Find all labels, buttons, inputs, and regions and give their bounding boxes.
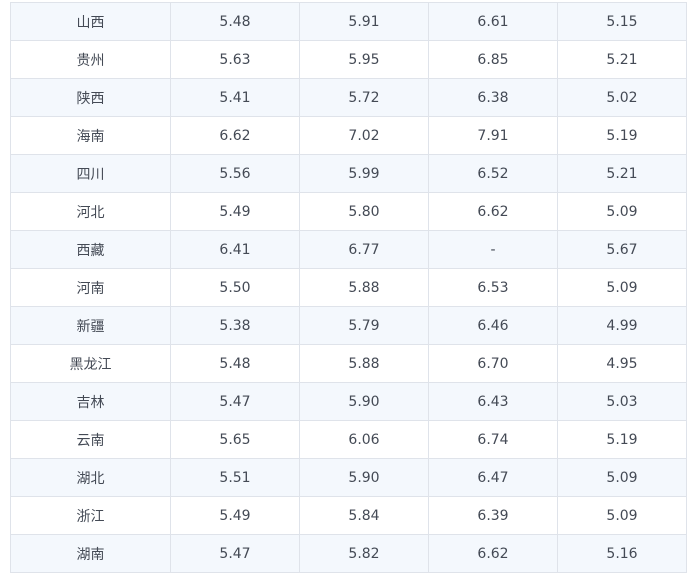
province-cell: 河北	[10, 192, 171, 231]
province-cell: 山西	[10, 2, 171, 41]
value-cell: 6.61	[428, 2, 558, 41]
data-table-container: 山西 5.48 5.91 6.61 5.15 贵州 5.63 5.95 6.85…	[10, 2, 687, 573]
table-row: 湖北 5.51 5.90 6.47 5.09	[10, 458, 687, 497]
province-cell: 浙江	[10, 496, 171, 535]
table-row: 黑龙江 5.48 5.88 6.70 4.95	[10, 344, 687, 383]
value-cell: 6.06	[299, 420, 429, 459]
value-cell: 6.43	[428, 382, 558, 421]
value-cell: 5.09	[557, 268, 687, 307]
province-cell: 黑龙江	[10, 344, 171, 383]
table-row: 湖南 5.47 5.82 6.62 5.16	[10, 534, 687, 573]
table-row: 河北 5.49 5.80 6.62 5.09	[10, 192, 687, 231]
value-cell: 4.95	[557, 344, 687, 383]
value-cell: 5.02	[557, 78, 687, 117]
value-cell: 7.02	[299, 116, 429, 155]
value-cell: 7.91	[428, 116, 558, 155]
province-cell: 湖南	[10, 534, 171, 573]
value-cell: 5.88	[299, 344, 429, 383]
value-cell: 5.50	[170, 268, 300, 307]
table-row: 吉林 5.47 5.90 6.43 5.03	[10, 382, 687, 421]
value-cell: 6.62	[428, 534, 558, 573]
value-cell: 5.72	[299, 78, 429, 117]
value-cell: 5.21	[557, 154, 687, 193]
value-cell: 6.41	[170, 230, 300, 269]
value-cell: 6.46	[428, 306, 558, 345]
value-cell: 5.16	[557, 534, 687, 573]
table-row: 浙江 5.49 5.84 6.39 5.09	[10, 496, 687, 535]
table-row: 云南 5.65 6.06 6.74 5.19	[10, 420, 687, 459]
value-cell: 5.56	[170, 154, 300, 193]
value-cell: 5.80	[299, 192, 429, 231]
table-row: 四川 5.56 5.99 6.52 5.21	[10, 154, 687, 193]
value-cell: 6.70	[428, 344, 558, 383]
value-cell: 5.91	[299, 2, 429, 41]
province-cell: 新疆	[10, 306, 171, 345]
value-cell: 5.09	[557, 496, 687, 535]
value-cell: 5.88	[299, 268, 429, 307]
province-cell: 吉林	[10, 382, 171, 421]
value-cell: 6.85	[428, 40, 558, 79]
value-cell: 5.90	[299, 458, 429, 497]
table-row: 河南 5.50 5.88 6.53 5.09	[10, 268, 687, 307]
table-body: 山西 5.48 5.91 6.61 5.15 贵州 5.63 5.95 6.85…	[10, 2, 687, 573]
value-cell: 6.62	[428, 192, 558, 231]
table-row: 西藏 6.41 6.77 - 5.67	[10, 230, 687, 269]
province-cell: 海南	[10, 116, 171, 155]
table-row: 贵州 5.63 5.95 6.85 5.21	[10, 40, 687, 79]
table-row: 海南 6.62 7.02 7.91 5.19	[10, 116, 687, 155]
value-cell: 6.53	[428, 268, 558, 307]
value-cell: 6.38	[428, 78, 558, 117]
province-cell: 贵州	[10, 40, 171, 79]
province-cell: 四川	[10, 154, 171, 193]
value-cell: -	[428, 230, 558, 269]
value-cell: 4.99	[557, 306, 687, 345]
value-cell: 5.21	[557, 40, 687, 79]
price-table: 山西 5.48 5.91 6.61 5.15 贵州 5.63 5.95 6.85…	[10, 2, 687, 573]
value-cell: 5.47	[170, 382, 300, 421]
table-row: 山西 5.48 5.91 6.61 5.15	[10, 2, 687, 41]
value-cell: 5.19	[557, 420, 687, 459]
value-cell: 5.99	[299, 154, 429, 193]
value-cell: 5.48	[170, 344, 300, 383]
value-cell: 5.49	[170, 496, 300, 535]
value-cell: 5.49	[170, 192, 300, 231]
value-cell: 6.62	[170, 116, 300, 155]
value-cell: 5.09	[557, 458, 687, 497]
value-cell: 5.38	[170, 306, 300, 345]
value-cell: 5.63	[170, 40, 300, 79]
table-row: 陕西 5.41 5.72 6.38 5.02	[10, 78, 687, 117]
value-cell: 5.90	[299, 382, 429, 421]
province-cell: 陕西	[10, 78, 171, 117]
value-cell: 5.41	[170, 78, 300, 117]
value-cell: 5.03	[557, 382, 687, 421]
value-cell: 5.67	[557, 230, 687, 269]
table-row: 新疆 5.38 5.79 6.46 4.99	[10, 306, 687, 345]
value-cell: 5.82	[299, 534, 429, 573]
value-cell: 6.39	[428, 496, 558, 535]
province-cell: 河南	[10, 268, 171, 307]
province-cell: 云南	[10, 420, 171, 459]
value-cell: 5.09	[557, 192, 687, 231]
value-cell: 5.65	[170, 420, 300, 459]
value-cell: 6.47	[428, 458, 558, 497]
value-cell: 6.77	[299, 230, 429, 269]
value-cell: 5.47	[170, 534, 300, 573]
province-cell: 西藏	[10, 230, 171, 269]
value-cell: 5.15	[557, 2, 687, 41]
value-cell: 5.84	[299, 496, 429, 535]
value-cell: 5.48	[170, 2, 300, 41]
value-cell: 5.51	[170, 458, 300, 497]
province-cell: 湖北	[10, 458, 171, 497]
value-cell: 5.19	[557, 116, 687, 155]
value-cell: 5.79	[299, 306, 429, 345]
value-cell: 6.52	[428, 154, 558, 193]
value-cell: 6.74	[428, 420, 558, 459]
value-cell: 5.95	[299, 40, 429, 79]
